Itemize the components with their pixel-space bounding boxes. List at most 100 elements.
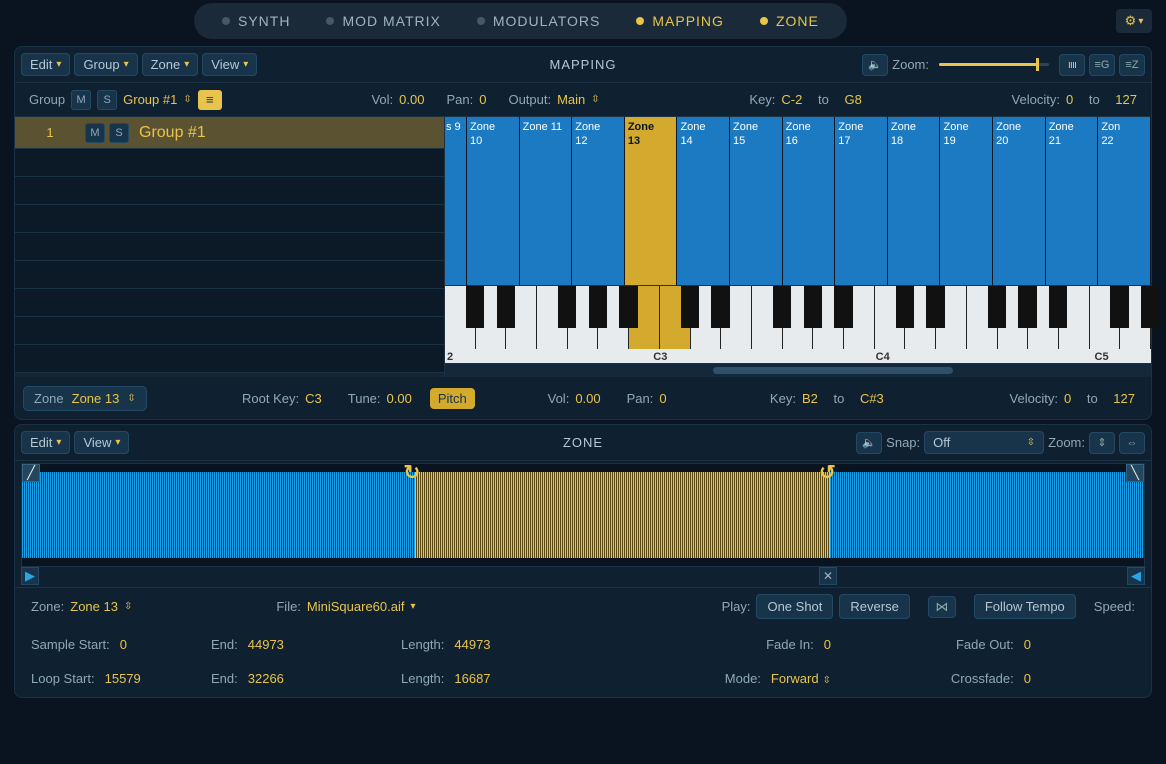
loop-start-value[interactable]: 15579	[105, 671, 141, 686]
zone-menu[interactable]: Zone▾	[142, 53, 199, 76]
piano-key-black[interactable]	[1049, 286, 1067, 328]
snap-dropdown[interactable]: Off⇳	[924, 431, 1044, 454]
view-zone-list-button[interactable]: ≡Z	[1119, 54, 1145, 76]
view-menu[interactable]: View▾	[202, 53, 257, 76]
zone-strip[interactable]: s 9Zone10Zone 11Zone12Zone13Zone14Zone15…	[445, 117, 1151, 285]
piano-key-black[interactable]	[619, 286, 637, 328]
crossfade-marker[interactable]: ✕	[819, 567, 837, 585]
reverse-button[interactable]: Reverse	[839, 594, 909, 619]
sample-start-value[interactable]: 0	[120, 637, 127, 652]
waveform-loop-region[interactable]	[415, 472, 830, 558]
scroll-thumb[interactable]	[713, 367, 953, 374]
zone-column[interactable]: Zone12	[572, 117, 625, 285]
zone-column[interactable]: Zone19	[940, 117, 993, 285]
piano-key-black[interactable]	[1110, 286, 1128, 328]
piano-key-black[interactable]	[834, 286, 852, 328]
pan-value[interactable]: 0	[479, 92, 486, 107]
loop-end-value[interactable]: 32266	[248, 671, 284, 686]
solo-button[interactable]: S	[109, 123, 129, 143]
zone-column[interactable]: Zone15	[730, 117, 783, 285]
vel-hi-value[interactable]: 127	[1113, 391, 1135, 406]
mode-dropdown[interactable]: Forward	[771, 671, 819, 686]
crossfade-value[interactable]: 0	[1024, 671, 1031, 686]
vel-hi-value[interactable]: 127	[1115, 92, 1137, 107]
key-lo-value[interactable]: B2	[802, 391, 818, 406]
piano-key-black[interactable]	[681, 286, 699, 328]
zone-column[interactable]: Zone18	[888, 117, 941, 285]
follow-tempo-button[interactable]: Follow Tempo	[974, 594, 1076, 619]
zone-column[interactable]: Zone10	[467, 117, 520, 285]
rootkey-value[interactable]: C3	[305, 391, 322, 406]
tab-mapping[interactable]: MAPPING	[618, 7, 742, 35]
zone-column[interactable]: Zone21	[1046, 117, 1099, 285]
zoom-fit-horizontal-button[interactable]: ⇔	[1119, 432, 1145, 454]
zoom-fit-vertical-button[interactable]: ⇕	[1089, 432, 1115, 454]
vel-lo-value[interactable]: 0	[1064, 391, 1071, 406]
pitch-button[interactable]: Pitch	[430, 388, 475, 409]
loop-length-value[interactable]: 16687	[454, 671, 490, 686]
solo-button[interactable]: S	[97, 90, 117, 110]
zone-column[interactable]: Zone13	[625, 117, 678, 285]
zone-column[interactable]: Zone14	[677, 117, 730, 285]
waveform-view[interactable]: ╱ ╲ ↻ ↻	[21, 463, 1145, 567]
group-row[interactable]: 1 M S Group #1	[15, 117, 444, 149]
group-menu[interactable]: Group▾	[74, 53, 137, 76]
output-value[interactable]: Main	[557, 92, 585, 107]
speaker-button[interactable]: 🔈	[856, 432, 882, 454]
fadeout-value[interactable]: 0	[1024, 637, 1031, 652]
zone-column[interactable]: Zon22	[1098, 117, 1151, 285]
edit-menu[interactable]: Edit▾	[21, 431, 70, 454]
edit-menu[interactable]: Edit▾	[21, 53, 70, 76]
piano-keyboard[interactable]: 2 C3 C4 C5	[445, 285, 1151, 363]
piano-key-black[interactable]	[558, 286, 576, 328]
zone-column[interactable]: Zone17	[835, 117, 888, 285]
mute-button[interactable]: M	[85, 123, 105, 143]
piano-key-black[interactable]	[926, 286, 944, 328]
fade-in-handle[interactable]: ╱	[22, 464, 40, 482]
key-lo-value[interactable]: C-2	[781, 92, 802, 107]
key-hi-value[interactable]: C#3	[860, 391, 884, 406]
mute-button[interactable]: M	[71, 90, 91, 110]
view-group-list-button[interactable]: ≡G	[1089, 54, 1115, 76]
piano-key-black[interactable]	[1141, 286, 1159, 328]
piano-key-black[interactable]	[1018, 286, 1036, 328]
piano-key-black[interactable]	[711, 286, 729, 328]
piano-key-black[interactable]	[804, 286, 822, 328]
piano-key-black[interactable]	[589, 286, 607, 328]
tab-synth[interactable]: SYNTH	[204, 7, 308, 35]
zone-name-dropdown[interactable]: Zone 13	[70, 599, 118, 614]
loop-start-marker-icon[interactable]: ↻	[403, 460, 420, 485]
key-hi-value[interactable]: G8	[844, 92, 861, 107]
piano-key-black[interactable]	[466, 286, 484, 328]
zone-column[interactable]: Zone20	[993, 117, 1046, 285]
tab-zone[interactable]: ZONE	[742, 7, 837, 35]
zone-name-dropdown[interactable]: Zone 13	[72, 391, 120, 406]
speaker-button[interactable]: 🔈	[862, 54, 888, 76]
fade-out-handle[interactable]: ╲	[1126, 464, 1144, 482]
list-toggle-button[interactable]: ≡	[198, 90, 222, 110]
vel-lo-value[interactable]: 0	[1066, 92, 1073, 107]
fadein-value[interactable]: 0	[824, 637, 831, 652]
tab-mod-matrix[interactable]: MOD MATRIX	[308, 7, 458, 35]
view-keymap-button[interactable]: ıııı	[1059, 54, 1085, 76]
piano-key-black[interactable]	[896, 286, 914, 328]
zone-column[interactable]: Zone 11	[520, 117, 573, 285]
zoom-slider[interactable]	[939, 63, 1049, 66]
file-name-dropdown[interactable]: MiniSquare60.aif	[307, 599, 405, 614]
view-menu[interactable]: View▾	[74, 431, 129, 454]
tab-modulators[interactable]: MODULATORS	[459, 7, 619, 35]
sample-end-button[interactable]: ◀	[1127, 567, 1145, 585]
pan-value[interactable]: 0	[659, 391, 666, 406]
vol-value[interactable]: 0.00	[575, 391, 600, 406]
zone-column[interactable]: s 9	[445, 117, 467, 285]
piano-key-black[interactable]	[497, 286, 515, 328]
loop-end-marker-icon[interactable]: ↻	[819, 460, 836, 485]
group-name-dropdown[interactable]: Group #1	[123, 92, 177, 107]
horizontal-scrollbar[interactable]	[445, 363, 1151, 377]
zone-column[interactable]: Zone16	[783, 117, 836, 285]
settings-button[interactable]: ⚙▾	[1116, 9, 1152, 33]
sample-end-value[interactable]: 44973	[248, 637, 284, 652]
vol-value[interactable]: 0.00	[399, 92, 424, 107]
one-shot-button[interactable]: One Shot	[756, 594, 833, 619]
tune-value[interactable]: 0.00	[387, 391, 412, 406]
